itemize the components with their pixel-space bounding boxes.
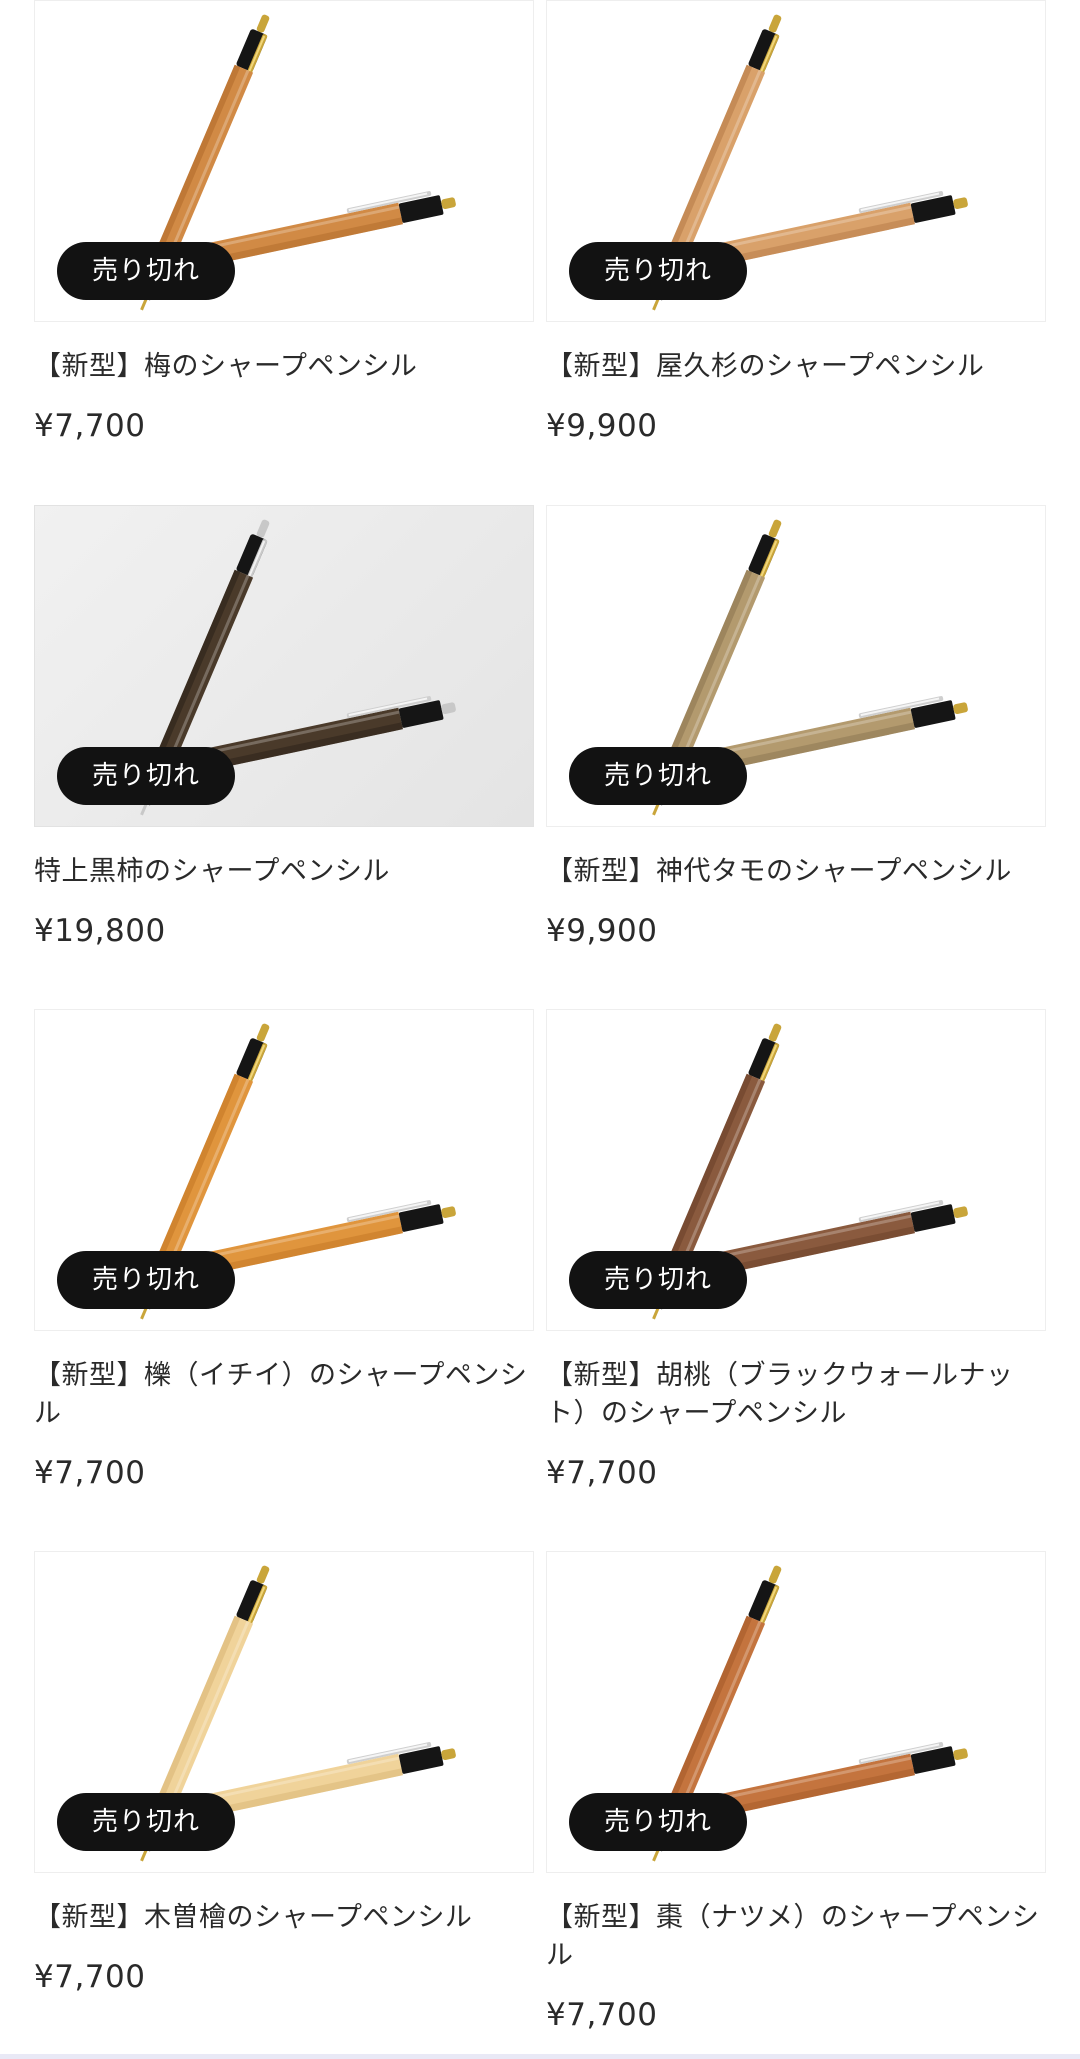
product-grid: 売り切れ 【新型】梅のシャープペンシル ¥7,700 売り切れ 【新型】屋久杉の… <box>0 0 1080 2059</box>
product-price: ¥9,900 <box>546 408 658 444</box>
product-price: ¥9,900 <box>546 913 658 949</box>
product-image[interactable]: 売り切れ <box>546 1551 1046 1873</box>
product-image[interactable]: 売り切れ <box>546 0 1046 322</box>
sold-out-badge: 売り切れ <box>569 242 747 300</box>
product-title[interactable]: 【新型】屋久杉のシャープペンシル <box>546 348 1046 386</box>
sold-out-badge: 売り切れ <box>569 747 747 805</box>
product-title[interactable]: 【新型】棗（ナツメ）のシャープペンシル <box>546 1899 1046 1975</box>
page-bottom-divider <box>0 2054 1080 2059</box>
product-image[interactable]: 売り切れ <box>34 505 534 827</box>
product-image[interactable]: 売り切れ <box>546 505 1046 827</box>
product-price: ¥7,700 <box>34 408 146 444</box>
sold-out-badge: 売り切れ <box>569 1251 747 1309</box>
sold-out-badge: 売り切れ <box>57 747 235 805</box>
product-card[interactable]: 売り切れ 【新型】神代タモのシャープペンシル ¥9,900 <box>546 505 1046 951</box>
sold-out-badge: 売り切れ <box>57 1251 235 1309</box>
product-card[interactable]: 売り切れ 【新型】棗（ナツメ）のシャープペンシル ¥7,700 <box>546 1551 1046 2035</box>
product-title[interactable]: 特上黒柿のシャープペンシル <box>34 853 534 891</box>
product-image[interactable]: 売り切れ <box>34 0 534 322</box>
product-title[interactable]: 【新型】梅のシャープペンシル <box>34 348 534 386</box>
sold-out-badge: 売り切れ <box>569 1793 747 1851</box>
sold-out-badge: 売り切れ <box>57 1793 235 1851</box>
product-price: ¥7,700 <box>34 1455 146 1491</box>
product-title[interactable]: 【新型】木曽檜のシャープペンシル <box>34 1899 534 1937</box>
product-price: ¥7,700 <box>546 1455 658 1491</box>
product-image[interactable]: 売り切れ <box>546 1009 1046 1331</box>
product-title[interactable]: 【新型】神代タモのシャープペンシル <box>546 853 1046 891</box>
product-image[interactable]: 売り切れ <box>34 1009 534 1331</box>
sold-out-badge: 売り切れ <box>57 242 235 300</box>
product-price: ¥7,700 <box>546 1997 658 2033</box>
product-card[interactable]: 売り切れ 【新型】屋久杉のシャープペンシル ¥9,900 <box>546 0 1046 446</box>
product-card[interactable]: 売り切れ 【新型】櫟（イチイ）のシャープペンシル ¥7,700 <box>34 1009 534 1493</box>
product-title[interactable]: 【新型】胡桃（ブラックウォールナット）のシャープペンシル <box>546 1357 1046 1433</box>
product-card[interactable]: 売り切れ 【新型】梅のシャープペンシル ¥7,700 <box>34 0 534 446</box>
product-title[interactable]: 【新型】櫟（イチイ）のシャープペンシル <box>34 1357 534 1433</box>
product-card[interactable]: 売り切れ 【新型】木曽檜のシャープペンシル ¥7,700 <box>34 1551 534 1997</box>
product-price: ¥19,800 <box>34 913 166 949</box>
product-image[interactable]: 売り切れ <box>34 1551 534 1873</box>
product-card[interactable]: 売り切れ 【新型】胡桃（ブラックウォールナット）のシャープペンシル ¥7,700 <box>546 1009 1046 1493</box>
product-card[interactable]: 売り切れ 特上黒柿のシャープペンシル ¥19,800 <box>34 505 534 951</box>
product-price: ¥7,700 <box>34 1959 146 1995</box>
